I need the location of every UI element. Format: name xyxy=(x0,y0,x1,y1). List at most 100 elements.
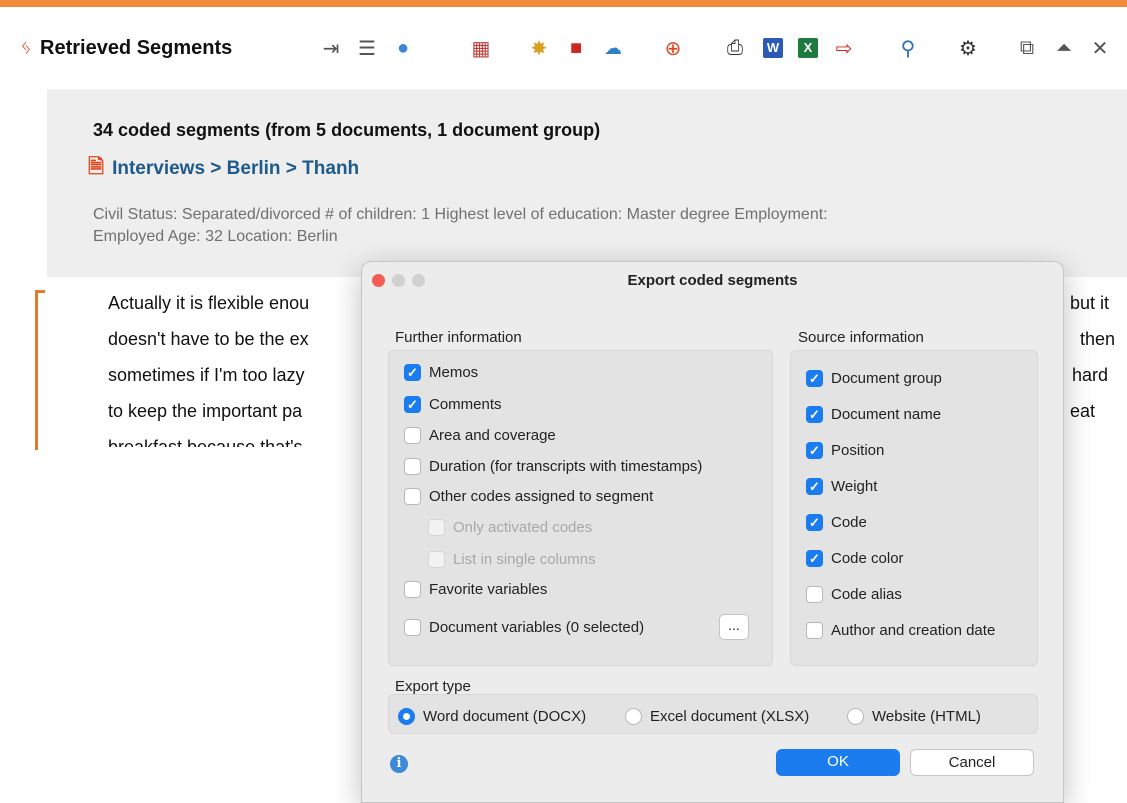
checkbox[interactable] xyxy=(428,519,445,536)
option-label: Excel document (XLSX) xyxy=(650,708,810,725)
code-alias-option[interactable]: Code alias xyxy=(806,586,902,603)
abc-icon[interactable]: ☁ xyxy=(600,35,626,61)
code-matrix-icon[interactable]: ▦ xyxy=(468,35,494,61)
single-columns-option[interactable]: List in single columns xyxy=(428,551,596,568)
export-html-option[interactable]: Website (HTML) xyxy=(847,708,981,725)
option-label: Position xyxy=(831,442,885,459)
excel-icon[interactable]: X xyxy=(795,35,821,61)
option-label: Other codes assigned to segment xyxy=(429,488,654,505)
only-activated-codes-option[interactable]: Only activated codes xyxy=(428,519,592,536)
source-info-label: Source information xyxy=(798,329,924,346)
checkbox[interactable] xyxy=(806,370,823,387)
favorite-variables-option[interactable]: Favorite variables xyxy=(404,581,547,598)
document-name-option[interactable]: Document name xyxy=(806,406,941,423)
export-dialog: Export coded segments Further informatio… xyxy=(361,261,1064,803)
toolbar: ᛃ Retrieved Segments ⇥ ☰ ● ▦ ✸ ■ ☁ ⊕ ⎙ W… xyxy=(0,7,1127,89)
option-label: Author and creation date xyxy=(831,622,996,639)
option-label: Code color xyxy=(831,550,904,567)
title-text: Retrieved Segments xyxy=(40,37,233,59)
other-codes-option[interactable]: Other codes assigned to segment xyxy=(404,488,653,505)
document-path[interactable]: Interviews > Berlin > Thanh xyxy=(112,158,359,180)
variables-line-2: Employed Age: 32 Location: Berlin xyxy=(93,228,338,245)
code-color-option[interactable]: Code color xyxy=(806,550,904,567)
segment-text-line-end: but it xyxy=(1070,293,1110,313)
option-label: Duration (for transcripts with timestamp… xyxy=(429,458,703,475)
checkbox[interactable] xyxy=(404,458,421,475)
undock-icon[interactable]: ⧉ xyxy=(1014,35,1040,61)
ok-button[interactable]: OK xyxy=(776,749,900,776)
option-label: List in single columns xyxy=(453,551,596,568)
dialog-title: Export coded segments xyxy=(627,272,798,289)
checkbox[interactable] xyxy=(404,488,421,505)
export-xlsx-option[interactable]: Excel document (XLSX) xyxy=(625,708,809,725)
checkbox[interactable] xyxy=(428,551,445,568)
checkbox[interactable] xyxy=(806,478,823,495)
option-label: Document group xyxy=(831,370,942,387)
checkbox[interactable] xyxy=(404,364,421,381)
option-label: Document variables (0 selected) xyxy=(429,619,645,636)
author-date-option[interactable]: Author and creation date xyxy=(806,622,995,639)
code-highlight-icon[interactable]: ✸ xyxy=(526,35,552,61)
checkbox[interactable] xyxy=(806,406,823,423)
document-variables: Civil Status: Separated/divorced # of ch… xyxy=(93,204,1093,248)
radio[interactable] xyxy=(847,708,864,725)
accent-bar xyxy=(0,0,1127,7)
duration-option[interactable]: Duration (for transcripts with timestamp… xyxy=(404,458,702,475)
checkbox[interactable] xyxy=(404,581,421,598)
option-label: Code xyxy=(831,514,867,531)
radio[interactable] xyxy=(398,708,415,725)
segment-text-line: to keep the important pa xyxy=(108,401,303,421)
print-icon[interactable]: ⎙ xyxy=(722,35,748,61)
checkbox[interactable] xyxy=(404,396,421,413)
weight-option[interactable]: Weight xyxy=(806,478,877,495)
export-icon[interactable]: ⇨ xyxy=(831,35,857,61)
select-variables-button[interactable]: ... xyxy=(719,614,749,640)
comment-icon[interactable]: ● xyxy=(390,35,416,61)
export-type-label: Export type xyxy=(395,678,471,695)
collapse-icon[interactable]: ⏶ xyxy=(1051,35,1077,61)
area-coverage-option[interactable]: Area and coverage xyxy=(404,427,556,444)
word-icon[interactable]: W xyxy=(760,35,786,61)
checkbox[interactable] xyxy=(806,586,823,603)
checkbox[interactable] xyxy=(404,619,421,636)
code-icon: ᛃ xyxy=(20,37,32,59)
export-docx-option[interactable]: Word document (DOCX) xyxy=(398,708,586,725)
document-variables-option[interactable]: Document variables (0 selected) xyxy=(404,619,644,636)
checkbox[interactable] xyxy=(806,550,823,567)
document-link[interactable]: 🗎 Interviews > Berlin > Thanh xyxy=(88,152,359,186)
source-info-box xyxy=(790,350,1038,666)
comments-option[interactable]: Comments xyxy=(404,396,502,413)
gear-icon[interactable]: ⚙ xyxy=(955,35,981,61)
memos-option[interactable]: Memos xyxy=(404,364,478,381)
segment-count: 34 coded segments (from 5 documents, 1 d… xyxy=(93,120,601,140)
radio[interactable] xyxy=(625,708,642,725)
list-view-icon[interactable]: ☰ xyxy=(354,35,380,61)
code-option[interactable]: Code xyxy=(806,514,867,531)
option-label: Area and coverage xyxy=(429,427,556,444)
option-label: Comments xyxy=(429,396,502,413)
segment-text-line-end: hard xyxy=(1072,365,1109,385)
segment-text-line: sometimes if I'm too lazy xyxy=(108,365,305,385)
checkbox[interactable] xyxy=(404,427,421,444)
checkbox[interactable] xyxy=(806,514,823,531)
document-group-option[interactable]: Document group xyxy=(806,370,942,387)
color-icon[interactable]: ■ xyxy=(563,35,589,61)
option-label: Word document (DOCX) xyxy=(423,708,587,725)
segment-text-line-end: eat xyxy=(1070,401,1096,421)
checkbox[interactable] xyxy=(806,622,823,639)
segment-bracket xyxy=(35,290,38,450)
export-segments-icon[interactable]: ⇥ xyxy=(318,35,344,61)
document-icon: 🗎 xyxy=(88,156,105,178)
window-title: ᛃ Retrieved Segments xyxy=(20,37,232,60)
info-icon[interactable]: i xyxy=(390,755,408,773)
add-code-icon[interactable]: ⊕ xyxy=(660,35,686,61)
option-label: Favorite variables xyxy=(429,581,548,598)
close-icon[interactable]: ✕ xyxy=(1087,35,1113,61)
option-label: Document name xyxy=(831,406,942,423)
position-option[interactable]: Position xyxy=(806,442,884,459)
search-icon[interactable]: ⚲ xyxy=(895,35,921,61)
cancel-button[interactable]: Cancel xyxy=(910,749,1034,776)
segment-text-line: Actually it is flexible enou xyxy=(108,293,310,313)
option-label: Only activated codes xyxy=(453,519,593,536)
checkbox[interactable] xyxy=(806,442,823,459)
